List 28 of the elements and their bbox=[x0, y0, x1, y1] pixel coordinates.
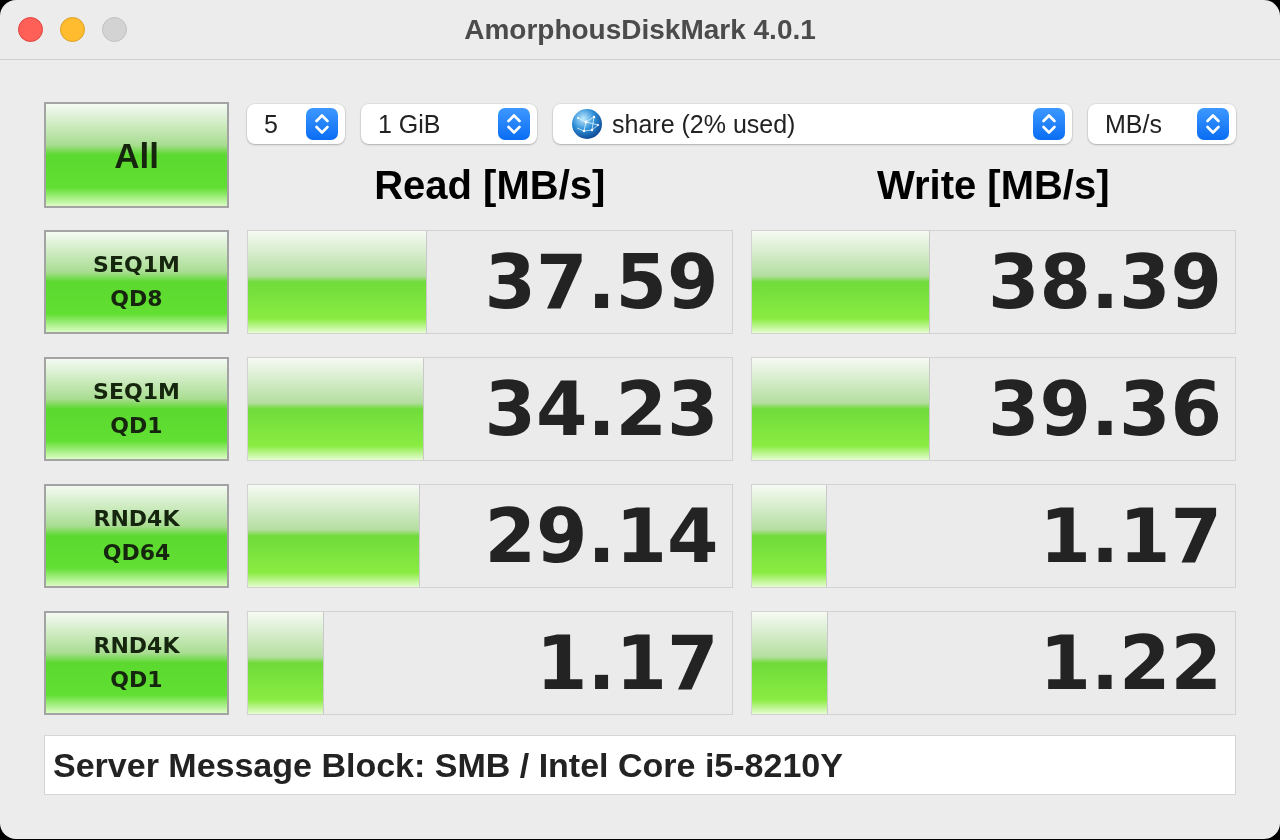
window-title: AmorphousDiskMark 4.0.1 bbox=[464, 15, 816, 44]
column-header: Read [MB/s] bbox=[374, 162, 606, 208]
dropdown[interactable]: share (2% used) bbox=[553, 104, 1072, 144]
dropdown[interactable]: 1 GiB bbox=[361, 104, 537, 144]
close-icon[interactable] bbox=[18, 17, 43, 42]
stepper-icon bbox=[1197, 108, 1229, 140]
result-value: 1.17 bbox=[1039, 499, 1222, 573]
result-value: 39.36 bbox=[987, 372, 1222, 446]
minimize-icon[interactable] bbox=[60, 17, 85, 42]
globe-icon bbox=[572, 109, 602, 139]
stepper-icon bbox=[498, 108, 530, 140]
result-value: 34.23 bbox=[484, 372, 719, 446]
test-button[interactable]: RND4K QD64 bbox=[44, 484, 229, 588]
result-value: 1.17 bbox=[535, 626, 719, 700]
dropdown[interactable]: 5 bbox=[247, 104, 345, 144]
dropdown[interactable]: MB/s bbox=[1088, 104, 1236, 144]
test-button[interactable]: SEQ1M QD1 bbox=[44, 357, 229, 461]
stepper-icon bbox=[1033, 108, 1065, 140]
result-value: 37.59 bbox=[484, 245, 719, 319]
result-value: 29.14 bbox=[484, 499, 719, 573]
result-value: 38.39 bbox=[987, 245, 1222, 319]
column-header: Write [MB/s] bbox=[876, 162, 1110, 208]
comment-field[interactable]: Server Message Block: SMB / Intel Core i5-8210Y bbox=[44, 735, 1236, 795]
test-button[interactable]: RND4K QD1 bbox=[44, 611, 229, 715]
all-button[interactable]: All bbox=[44, 102, 229, 208]
stepper-icon bbox=[306, 108, 338, 140]
test-button[interactable]: SEQ1M QD8 bbox=[44, 230, 229, 334]
result-value: 1.22 bbox=[1039, 626, 1222, 700]
